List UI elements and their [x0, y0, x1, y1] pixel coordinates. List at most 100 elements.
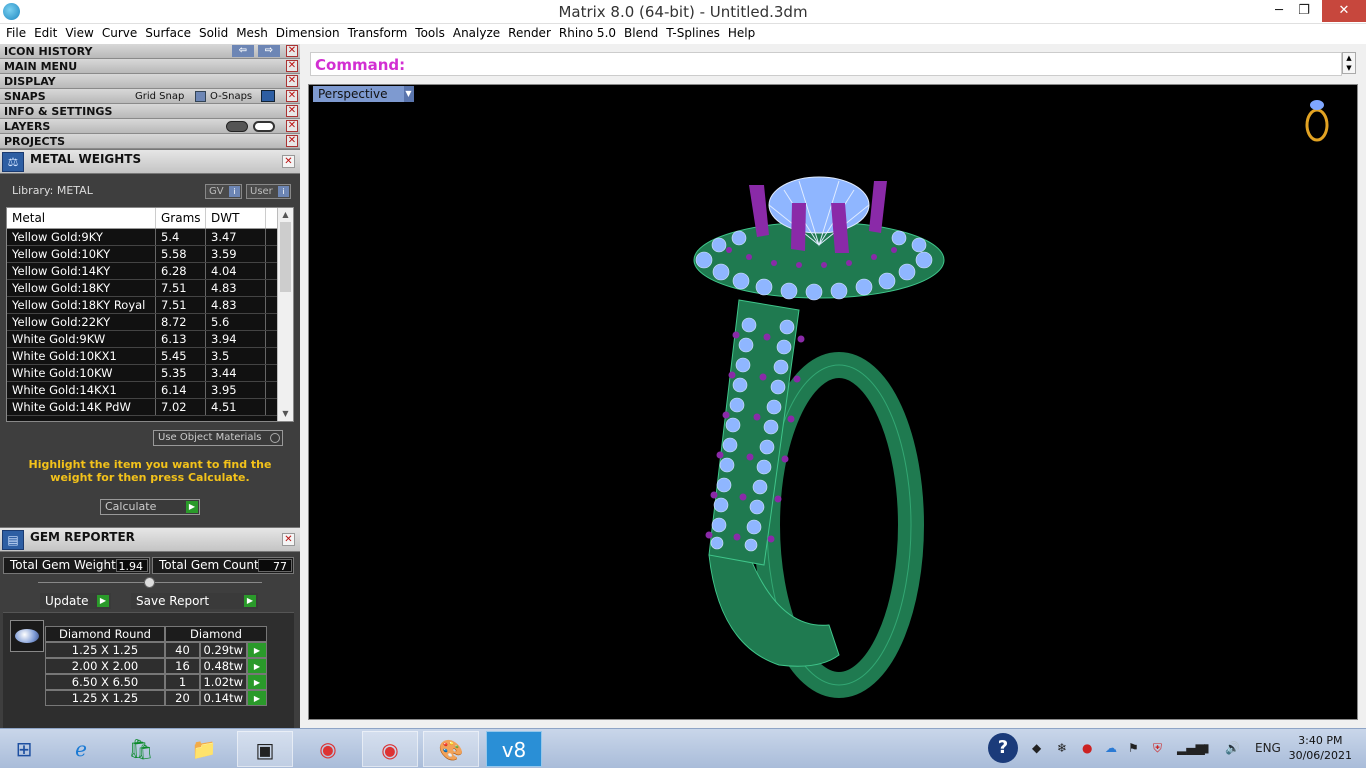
clock[interactable]: 3:40 PM 30/06/2021: [1289, 733, 1352, 763]
table-row[interactable]: 2.00 X 2.00 16 0.48tw ▶: [45, 658, 267, 674]
menu-transform[interactable]: Transform: [344, 24, 412, 43]
slider-handle[interactable]: [144, 577, 155, 588]
table-row[interactable]: White Gold:10KX1 5.45 3.5: [7, 348, 293, 365]
table-row[interactable]: 1.25 X 1.25 40 0.29tw ▶: [45, 642, 267, 658]
close-icon[interactable]: ✕: [286, 60, 298, 72]
table-row[interactable]: Yellow Gold:9KY 5.4 3.47: [7, 229, 293, 246]
battery-icon[interactable]: ▮: [1203, 741, 1210, 755]
section-icon-history[interactable]: ICON HISTORY ⇦ ⇨ ✕: [0, 44, 300, 59]
user-button[interactable]: User i: [246, 184, 291, 199]
menu-blend[interactable]: Blend: [620, 24, 662, 43]
section-layers[interactable]: LAYERS ✕: [0, 119, 300, 134]
eye-icon[interactable]: [253, 121, 275, 132]
menu-mesh[interactable]: Mesh: [232, 24, 272, 43]
menu-help[interactable]: Help: [724, 24, 759, 43]
perspective-viewport[interactable]: Perspective ▼: [308, 84, 1358, 720]
section-projects[interactable]: PROJECTS ✕: [0, 134, 300, 149]
calculate-button[interactable]: Calculate ▶: [100, 499, 200, 515]
command-history-spinner[interactable]: ▲ ▼: [1342, 52, 1356, 74]
section-info-settings[interactable]: INFO & SETTINGS ✕: [0, 104, 300, 119]
scroll-thumb[interactable]: [280, 222, 291, 292]
table-row[interactable]: White Gold:9KW 6.13 3.94: [7, 331, 293, 348]
table-row[interactable]: White Gold:14KX1 6.14 3.95: [7, 382, 293, 399]
matrix-app-icon[interactable]: v8: [486, 731, 542, 767]
beats-icon[interactable]: ●: [1082, 741, 1092, 755]
select-arrow-icon[interactable]: ▶: [247, 642, 267, 658]
shield-icon[interactable]: ⛨: [1153, 741, 1162, 756]
menu-tools[interactable]: Tools: [411, 24, 449, 43]
table-row[interactable]: Yellow Gold:14KY 6.28 4.04: [7, 263, 293, 280]
menu-render[interactable]: Render: [504, 24, 555, 43]
column-header[interactable]: Metal: [7, 208, 156, 228]
volume-icon[interactable]: 🔊: [1225, 741, 1240, 755]
close-icon[interactable]: ✕: [282, 533, 295, 546]
chrome-icon[interactable]: ◉: [300, 731, 356, 767]
back-arrow-icon[interactable]: ⇦: [232, 45, 254, 57]
menu-file[interactable]: File: [2, 24, 30, 43]
menu-solid[interactable]: Solid: [195, 24, 232, 43]
table-row[interactable]: 1.25 X 1.25 20 0.14tw ▶: [45, 690, 267, 706]
close-icon[interactable]: ✕: [286, 135, 298, 147]
gv-button[interactable]: GV i: [205, 184, 242, 199]
scroll-down-icon[interactable]: ▼: [278, 407, 293, 421]
column-header[interactable]: DWT: [206, 208, 266, 228]
language-indicator[interactable]: ENG: [1255, 741, 1281, 755]
forward-arrow-icon[interactable]: ⇨: [258, 45, 280, 57]
close-icon[interactable]: ✕: [286, 90, 298, 102]
section-display[interactable]: DISPLAY ✕: [0, 74, 300, 89]
table-row[interactable]: Yellow Gold:18KY Royal 7.51 4.83: [7, 297, 293, 314]
section-main-menu[interactable]: MAIN MENU ✕: [0, 59, 300, 74]
menu-curve[interactable]: Curve: [98, 24, 141, 43]
update-button[interactable]: Update ▶: [40, 593, 111, 609]
column-header[interactable]: Grams: [156, 208, 206, 228]
paint-icon[interactable]: 🎨: [423, 731, 479, 767]
table-scrollbar[interactable]: ▲ ▼: [277, 208, 293, 421]
internet-explorer-icon[interactable]: ℯ: [53, 731, 109, 767]
menu-edit[interactable]: Edit: [30, 24, 61, 43]
select-arrow-icon[interactable]: ▶: [247, 658, 267, 674]
render-ring-icon[interactable]: [1303, 95, 1331, 143]
section-snaps[interactable]: SNAPS Grid Snap O-Snaps ✕: [0, 89, 300, 104]
table-row[interactable]: Yellow Gold:22KY 8.72 5.6: [7, 314, 293, 331]
menu-tsplines[interactable]: T-Splines: [662, 24, 724, 43]
close-icon[interactable]: ✕: [282, 155, 295, 168]
cloud-icon[interactable]: ☁: [1105, 741, 1117, 755]
restore-button[interactable]: ❐: [1287, 0, 1321, 22]
file-explorer-icon[interactable]: 📁: [176, 731, 232, 767]
menu-view[interactable]: View: [61, 24, 97, 43]
snowflake-icon[interactable]: ❄: [1057, 741, 1067, 755]
save-report-button[interactable]: Save Report ▶: [131, 593, 258, 609]
menu-dimension[interactable]: Dimension: [272, 24, 344, 43]
scroll-up-icon[interactable]: ▲: [278, 208, 293, 222]
close-button[interactable]: ✕: [1322, 0, 1366, 22]
menu-rhino[interactable]: Rhino 5.0: [555, 24, 620, 43]
store-icon[interactable]: 🛍: [113, 731, 169, 767]
help-icon[interactable]: ?: [988, 733, 1018, 763]
close-icon[interactable]: ✕: [286, 105, 298, 117]
use-object-materials-toggle[interactable]: Use Object Materials: [153, 430, 283, 446]
table-row[interactable]: White Gold:10KW 5.35 3.44: [7, 365, 293, 382]
menu-surface[interactable]: Surface: [141, 24, 195, 43]
command-input[interactable]: Command:: [310, 52, 1342, 76]
menu-analyze[interactable]: Analyze: [449, 24, 504, 43]
table-row[interactable]: White Gold:14K PdW 7.02 4.51: [7, 399, 293, 416]
close-icon[interactable]: ✕: [286, 45, 298, 57]
select-arrow-icon[interactable]: ▶: [247, 674, 267, 690]
tray-app-icon[interactable]: ◆: [1032, 741, 1041, 755]
metal-table: Metal Grams DWT Yellow Gold:9KY 5.4 3.47 Y…: [6, 207, 294, 422]
close-icon[interactable]: ✕: [286, 120, 298, 132]
close-icon[interactable]: ✕: [286, 75, 298, 87]
signal-icon[interactable]: ▂▄▆: [1177, 741, 1205, 755]
start-windows-icon[interactable]: ⊞: [0, 731, 48, 767]
table-row[interactable]: Yellow Gold:10KY 5.58 3.59: [7, 246, 293, 263]
chrome-icon[interactable]: ◉: [362, 731, 418, 767]
layer-off-icon[interactable]: [226, 121, 248, 132]
o-snaps-toggle[interactable]: [261, 90, 275, 102]
grid-snap-toggle[interactable]: [195, 91, 206, 102]
table-row[interactable]: 6.50 X 6.50 1 1.02tw ▶: [45, 674, 267, 690]
select-arrow-icon[interactable]: ▶: [247, 690, 267, 706]
table-row[interactable]: Yellow Gold:18KY 7.51 4.83: [7, 280, 293, 297]
calculate-label: Calculate: [105, 500, 157, 513]
app-switcher-icon[interactable]: ▣: [237, 731, 293, 767]
flag-icon[interactable]: ⚑: [1128, 741, 1139, 755]
